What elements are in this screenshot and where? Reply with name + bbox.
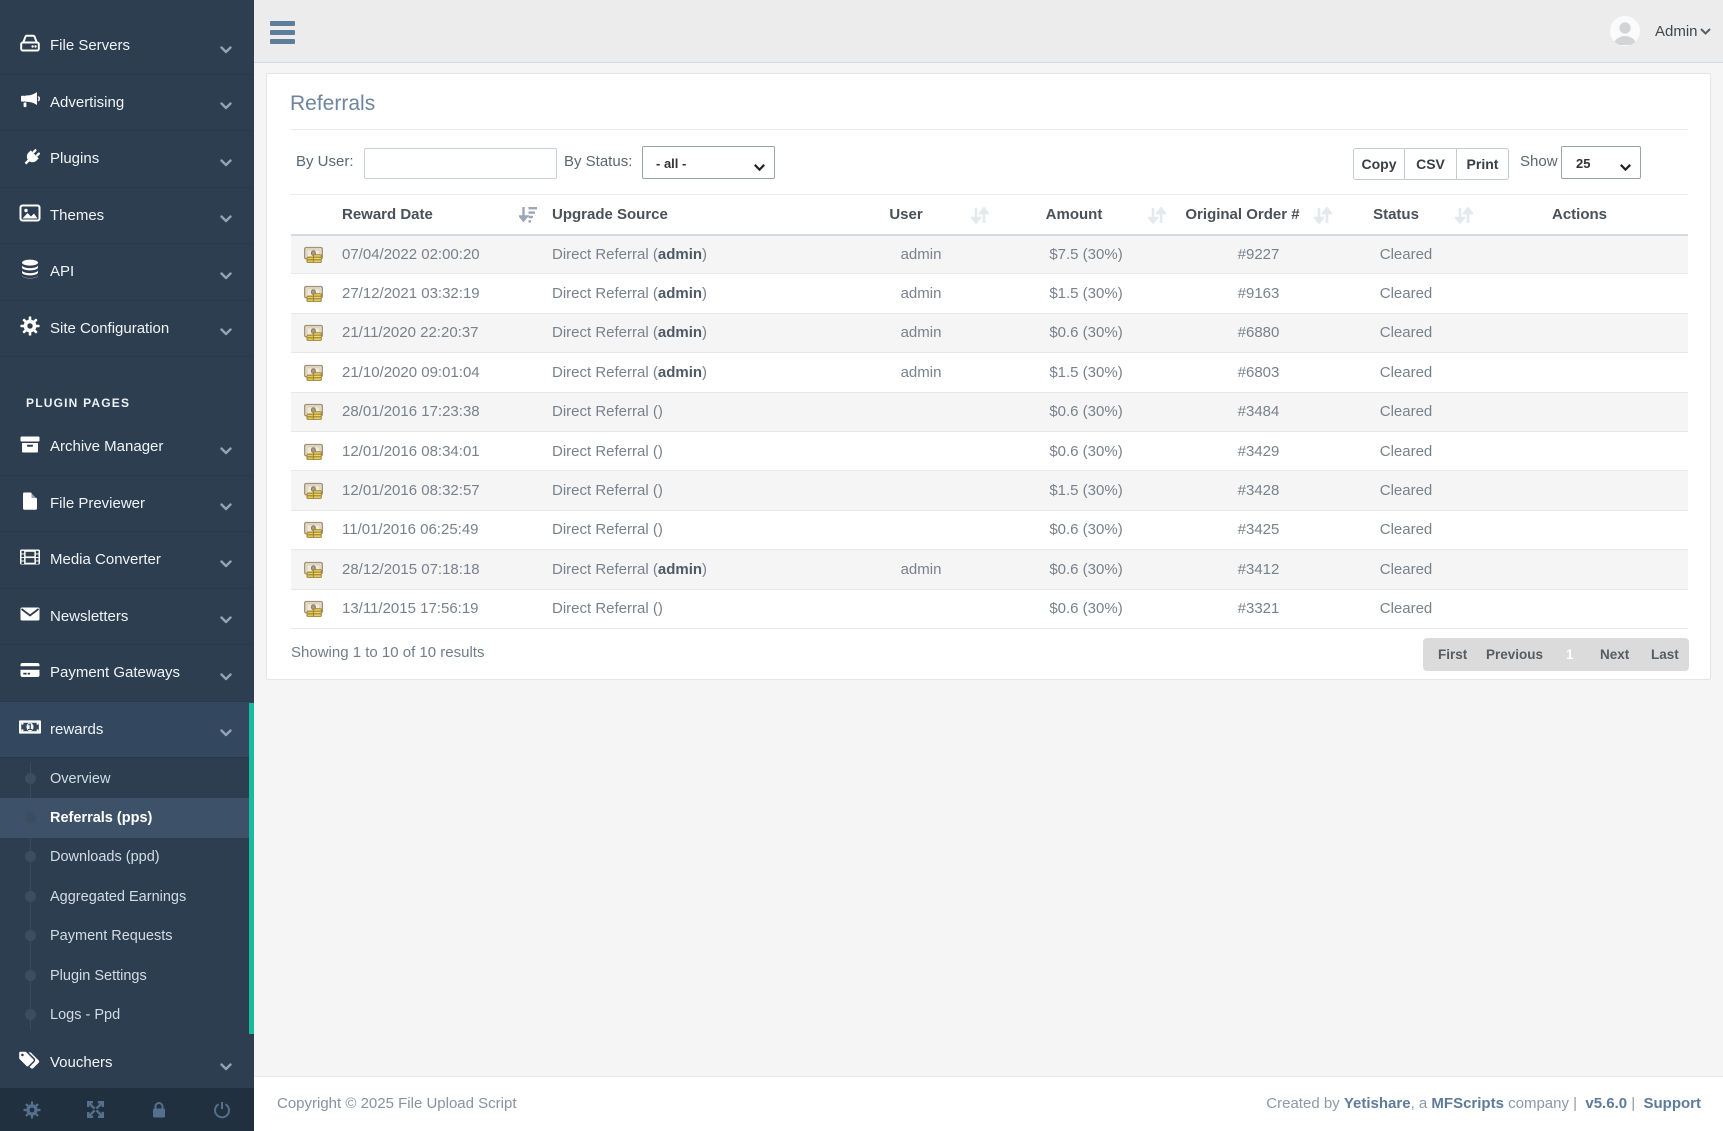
svg-text:1: 1	[27, 722, 32, 732]
